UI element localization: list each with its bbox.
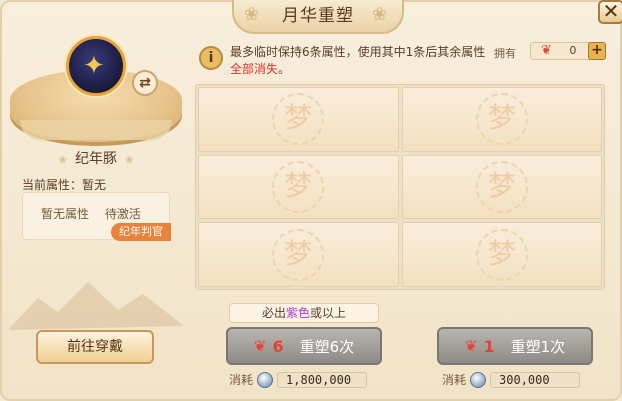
feather-icon: ❦ [253, 337, 267, 355]
pet-avatar[interactable]: ✦ [66, 36, 126, 96]
info-text-suffix: 。 [278, 62, 291, 76]
cost-label: 消耗 [442, 373, 467, 387]
dream-seal-icon: 梦 [475, 93, 528, 146]
dream-seal-icon: 梦 [475, 228, 528, 281]
dialog-title: 月华重塑 [282, 5, 354, 26]
attribute-slot[interactable]: 梦 [198, 222, 399, 287]
pet-portrait-icon: ✦ [83, 51, 105, 81]
dream-seal-icon: 梦 [272, 228, 325, 281]
reshape-1-count: 1 [483, 336, 495, 356]
dream-seal-icon: 梦 [272, 160, 325, 213]
attribute-slot-grid: 梦 梦 梦 梦 梦 梦 [195, 84, 605, 290]
attr-none-text: 暂无属性 [41, 207, 90, 221]
cloud-ornament-icon: ❀ [244, 4, 261, 25]
reshape-1-cost: 消耗 300,000 [442, 371, 581, 388]
attribute-slot[interactable]: 梦 [401, 154, 602, 220]
reshape-1-label: 重塑1次 [510, 337, 566, 356]
owned-quantity: 0 [569, 44, 577, 57]
feather-icon: ❦ [541, 43, 552, 58]
dream-seal-icon: 梦 [272, 93, 325, 146]
goto-equip-button[interactable]: 前往穿戴 [36, 330, 154, 364]
cost-label: 消耗 [229, 373, 254, 387]
cloud-ornament-icon: ❀ [372, 4, 389, 25]
close-icon: ✕ [602, 0, 620, 23]
plus-icon: + [591, 42, 603, 58]
swap-icon: ⇄ [139, 75, 151, 91]
attribute-slot[interactable]: 梦 [401, 222, 602, 287]
pet-name: 纪年豚 [8, 148, 184, 168]
cost-value: 300,000 [490, 371, 581, 388]
info-text-red: 全部消失 [230, 62, 279, 76]
judge-tag-badge: 纪年判官 [111, 223, 171, 241]
hint-purple: 紫色 [285, 306, 310, 320]
reshape-1-button[interactable]: ❦ 1 重塑1次 [437, 327, 593, 365]
swap-pet-button[interactable]: ⇄ [132, 70, 158, 96]
attribute-slot[interactable]: 梦 [401, 87, 602, 152]
info-icon: i [199, 46, 223, 70]
attribute-slot[interactable]: 梦 [198, 87, 399, 152]
current-attr-label: 当前属性：暂无 [22, 178, 107, 192]
attr-status-text: 待激活 [104, 207, 141, 221]
dialog-title-tab: ❀ 月华重塑 ❀ [232, 0, 404, 34]
mountain-decoration [8, 282, 184, 330]
pedestal-base [20, 120, 172, 140]
owned-box: ❦ 0 + [530, 42, 606, 60]
close-button[interactable]: ✕ [598, 0, 622, 24]
feather-icon: ❦ [464, 337, 478, 355]
pet-panel: ✦ ⇄ 纪年豚 当前属性：暂无 暂无属性 待激活 纪年判官 前往穿戴 [8, 30, 184, 395]
reshape-6-label: 重塑6次 [299, 337, 355, 356]
info-text: 最多临时保持6条属性，使用其中1条后其余属性全部消失。 [230, 44, 490, 78]
add-item-button[interactable]: + [588, 42, 606, 60]
info-text-prefix: 最多临时保持6条属性，使用其中1条后其余属性 [230, 45, 486, 59]
reshape-6-button[interactable]: ❦ 6 重塑6次 [226, 327, 382, 365]
hint-prefix: 必出 [261, 306, 286, 320]
reshape-6-cost: 消耗 1,800,000 [229, 371, 368, 388]
hint-suffix: 或以上 [310, 306, 347, 320]
attr-box: 暂无属性 待激活 纪年判官 [22, 192, 171, 241]
guarantee-hint: 必出紫色或以上 [229, 303, 379, 323]
dream-seal-icon: 梦 [475, 160, 528, 213]
cost-value: 1,800,000 [277, 371, 368, 388]
reshape-6-count: 6 [272, 336, 284, 356]
silver-coin-icon [257, 371, 274, 388]
owned-label: 拥有 [494, 47, 516, 60]
silver-coin-icon [470, 371, 487, 388]
attribute-slot[interactable]: 梦 [198, 154, 399, 220]
